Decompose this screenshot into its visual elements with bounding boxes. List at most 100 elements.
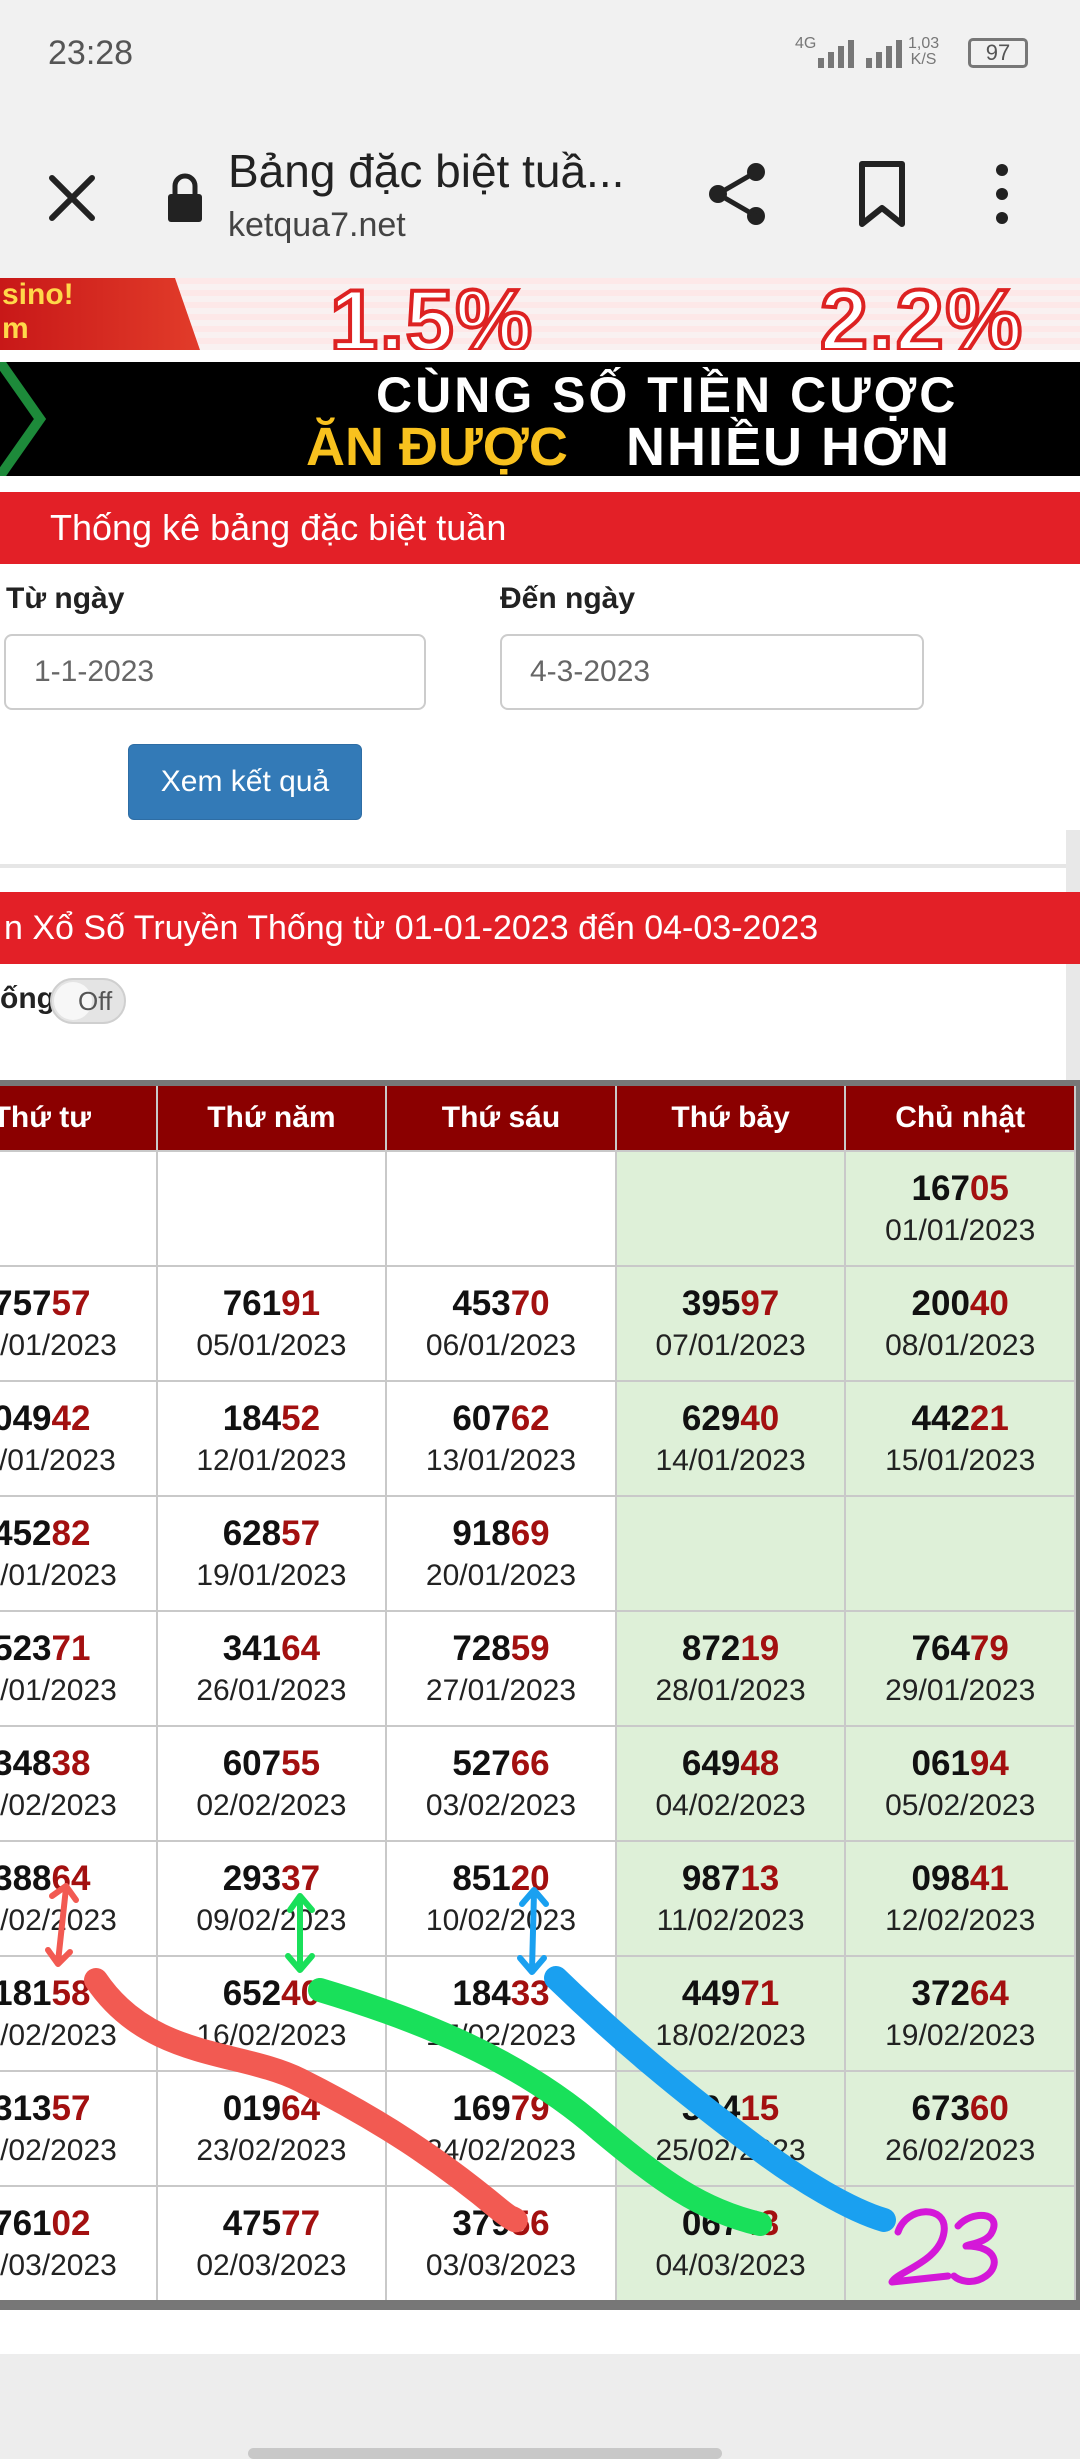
- result-number-prefix: 649: [681, 1743, 741, 1783]
- result-date: 26/01/2023: [196, 1673, 347, 1707]
- result-cell: 47577 02/03/2023: [155, 2185, 388, 2302]
- result-cell: [385, 1150, 617, 1267]
- result-date: 29/01/2023: [885, 1673, 1036, 1707]
- result-number: 98713: [617, 1859, 845, 1899]
- bookmark-icon[interactable]: [850, 158, 914, 230]
- result-cell: 18452 12/01/2023: [155, 1380, 388, 1497]
- result-number: 18452: [158, 1399, 386, 1439]
- table-row: 38864 08/02/2023 29337 09/02/2023 85120 10/02…: [0, 1840, 1076, 1957]
- result-number-suffix: 64: [51, 1858, 91, 1898]
- result-number-prefix: 449: [681, 1973, 741, 2013]
- result-cell: 20040 08/01/2023: [844, 1265, 1076, 1382]
- divider: [0, 864, 1080, 868]
- result-number-prefix: 757: [0, 1283, 52, 1323]
- result-date: 18/02/2023: [655, 2018, 806, 2052]
- result-cell: 72859 27/01/2023: [385, 1610, 617, 1727]
- result-cell: 64948 04/02/2023: [614, 1725, 847, 1842]
- result-number: 20040: [846, 1284, 1074, 1324]
- close-icon[interactable]: [40, 166, 104, 230]
- result-number-prefix: 313: [0, 2088, 52, 2128]
- result-number-prefix: 628: [222, 1513, 282, 1553]
- to-date-input[interactable]: [500, 634, 924, 710]
- result-number-suffix: 52: [281, 1398, 321, 1438]
- result-number-prefix: 167: [911, 1168, 970, 1208]
- column-header: Thứ năm: [155, 1080, 388, 1152]
- result-number-prefix: 341: [222, 1628, 282, 1668]
- from-date-input[interactable]: [4, 634, 426, 710]
- result-date: 23/02/2023: [196, 2133, 347, 2167]
- result-cell: 30415 25/02/2023: [614, 2070, 847, 2187]
- page-title[interactable]: Bảng đặc biệt tuầ...: [228, 144, 648, 198]
- result-cell: 44971 18/02/2023: [614, 1955, 847, 2072]
- ad-banner-promo[interactable]: CÙNG SỐ TIỀN CƯỢC ĂN ĐƯỢC NHIỀU HƠN: [0, 362, 1080, 476]
- toggle-state: Off: [78, 986, 113, 1016]
- result-number-prefix: 184: [222, 1398, 282, 1438]
- results-table-container[interactable]: Thứ tư Thứ năm Thứ sáu Thứ bảy Chủ nhật 1670…: [0, 1080, 1080, 2310]
- page-url[interactable]: ketqua7.net: [228, 206, 406, 245]
- result-number-prefix: 452: [0, 1513, 52, 1553]
- result-number-prefix: 049: [0, 1398, 52, 1438]
- share-icon[interactable]: [702, 158, 774, 230]
- result-cell: 76479 29/01/2023: [844, 1610, 1076, 1727]
- result-number: 06743: [617, 2204, 845, 2244]
- result-number-suffix: 40: [281, 1973, 321, 2013]
- result-number-prefix: 348: [0, 1743, 52, 1783]
- result-number: 39597: [617, 1284, 845, 1324]
- result-date: 11/01/2023: [0, 1443, 116, 1477]
- result-cell: [614, 1150, 847, 1267]
- result-number-prefix: 987: [681, 1858, 741, 1898]
- result-number-suffix: 55: [281, 1743, 321, 1783]
- result-date: 19/02/2023: [885, 2018, 1036, 2052]
- result-number: 65240: [158, 1974, 386, 2014]
- result-number-suffix: 57: [51, 2088, 91, 2128]
- result-number-suffix: 43: [740, 2203, 780, 2243]
- result-date: 19/01/2023: [196, 1558, 347, 1592]
- lock-icon: [168, 173, 202, 222]
- result-cell: 98713 11/02/2023: [614, 1840, 847, 1957]
- result-cell: 06743 04/03/2023: [614, 2185, 847, 2302]
- result-number-suffix: 94: [969, 1743, 1009, 1783]
- result-number-prefix: 607: [222, 1743, 282, 1783]
- column-header: Thứ tư: [0, 1080, 158, 1152]
- result-number-suffix: 02: [51, 2203, 91, 2243]
- result-date: 03/02/2023: [425, 1788, 577, 1822]
- result-number: 37264: [846, 1974, 1074, 2014]
- result-number-prefix: 475: [222, 2203, 282, 2243]
- result-number: 01964: [158, 2089, 386, 2129]
- ad-promo-highlight: ĂN ĐƯỢC: [306, 417, 568, 476]
- net-speed: 1,03 K/S: [908, 36, 939, 68]
- more-options-icon[interactable]: [984, 158, 1020, 230]
- view-results-button[interactable]: Xem kết quả: [128, 744, 362, 820]
- results-table: Thứ tư Thứ năm Thứ sáu Thứ bảy Chủ nhật 1670…: [0, 1080, 1076, 2302]
- signal-icon: [818, 40, 854, 68]
- result-number-suffix: 21: [969, 1398, 1009, 1438]
- ad-rate-2: 2.2%: [818, 278, 1025, 350]
- result-cell: 18433 17/02/2023: [385, 1955, 617, 2072]
- result-cell: 67360 26/02/2023: [844, 2070, 1076, 2187]
- column-header: Thứ bảy: [614, 1080, 847, 1152]
- browser-toolbar: Bảng đặc biệt tuầ... ketqua7.net: [0, 110, 1080, 278]
- result-number-suffix: 20: [510, 1858, 550, 1898]
- home-indicator[interactable]: [248, 2448, 722, 2459]
- section-title: Thống kê bảng đặc biệt tuần: [0, 492, 1080, 564]
- result-number-prefix: 918: [452, 1513, 511, 1553]
- result-number-suffix: 58: [51, 1973, 91, 2013]
- result-date: 03/03/2023: [425, 2248, 577, 2282]
- result-number-prefix: 098: [911, 1858, 970, 1898]
- result-cell: 87219 28/01/2023: [614, 1610, 847, 1727]
- result-number: 76191: [158, 1284, 386, 1324]
- result-number: 18433: [387, 1974, 615, 2014]
- toggle-switch[interactable]: Off: [50, 978, 126, 1024]
- result-date: 08/02/2023: [0, 1903, 117, 1937]
- result-number: 72859: [387, 1629, 615, 1669]
- result-cell: 76102 01/03/2023: [0, 2185, 158, 2302]
- result-number-suffix: 79: [510, 2088, 550, 2128]
- result-number-prefix: 527: [452, 1743, 511, 1783]
- ad-banner-rates[interactable]: sino! m 1.5% 2.2%: [0, 278, 1080, 350]
- result-cell: 34164 26/01/2023: [155, 1610, 388, 1727]
- result-number-prefix: 061: [911, 1743, 970, 1783]
- from-date-label: Từ ngày: [6, 582, 125, 615]
- result-date: 16/02/2023: [196, 2018, 347, 2052]
- result-number-prefix: 523: [0, 1628, 52, 1668]
- result-cell: [614, 1495, 847, 1612]
